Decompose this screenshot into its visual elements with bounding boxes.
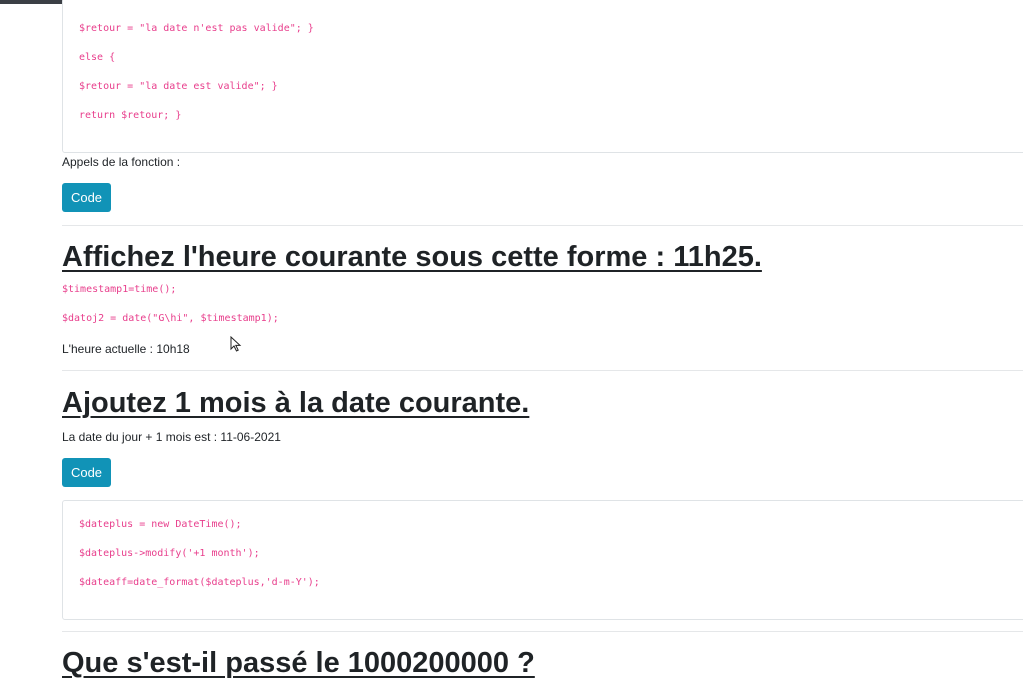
current-hour-result: L'heure actuelle : 10h18: [62, 342, 190, 356]
section-title-add-month: Ajoutez 1 mois à la date courante.: [62, 387, 530, 419]
code-line: $dateaff=date_format($dateplus,'d-m-Y');: [79, 577, 320, 588]
code-line: else {: [79, 52, 116, 63]
section-divider: [62, 631, 1023, 632]
code-toggle-button[interactable]: Code: [62, 183, 111, 212]
code-block-validate: $retour = "la date n'est pas valide"; } …: [62, 0, 1023, 153]
code-line: return $retour; }: [79, 110, 182, 121]
code-block-add-month: $dateplus = new DateTime(); $dateplus->m…: [62, 500, 1023, 620]
code-line: $retour = "la date est valide"; }: [79, 81, 278, 92]
mouse-pointer-icon: [230, 336, 242, 352]
date-plus-month-result: La date du jour + 1 mois est : 11-06-202…: [62, 430, 281, 444]
code-line: $retour = "la date n'est pas valide"; }: [79, 23, 314, 34]
section-divider: [62, 370, 1023, 371]
code-line: $datoj2 = date("G\hi", $timestamp1);: [62, 313, 279, 324]
page-content: $retour = "la date n'est pas valide"; } …: [0, 0, 1023, 679]
code-line: $timestamp1=time();: [62, 284, 177, 295]
section-title-timestamp: Que s'est-il passé le 1000200000 ?: [62, 647, 535, 679]
section-title-hour: Affichez l'heure courante sous cette for…: [62, 241, 762, 273]
code-line: $dateplus = new DateTime();: [79, 519, 242, 530]
code-toggle-button[interactable]: Code: [62, 458, 111, 487]
code-line: $dateplus->modify('+1 month');: [79, 548, 260, 559]
section-divider: [62, 225, 1023, 226]
function-calls-label: Appels de la fonction :: [62, 155, 181, 169]
